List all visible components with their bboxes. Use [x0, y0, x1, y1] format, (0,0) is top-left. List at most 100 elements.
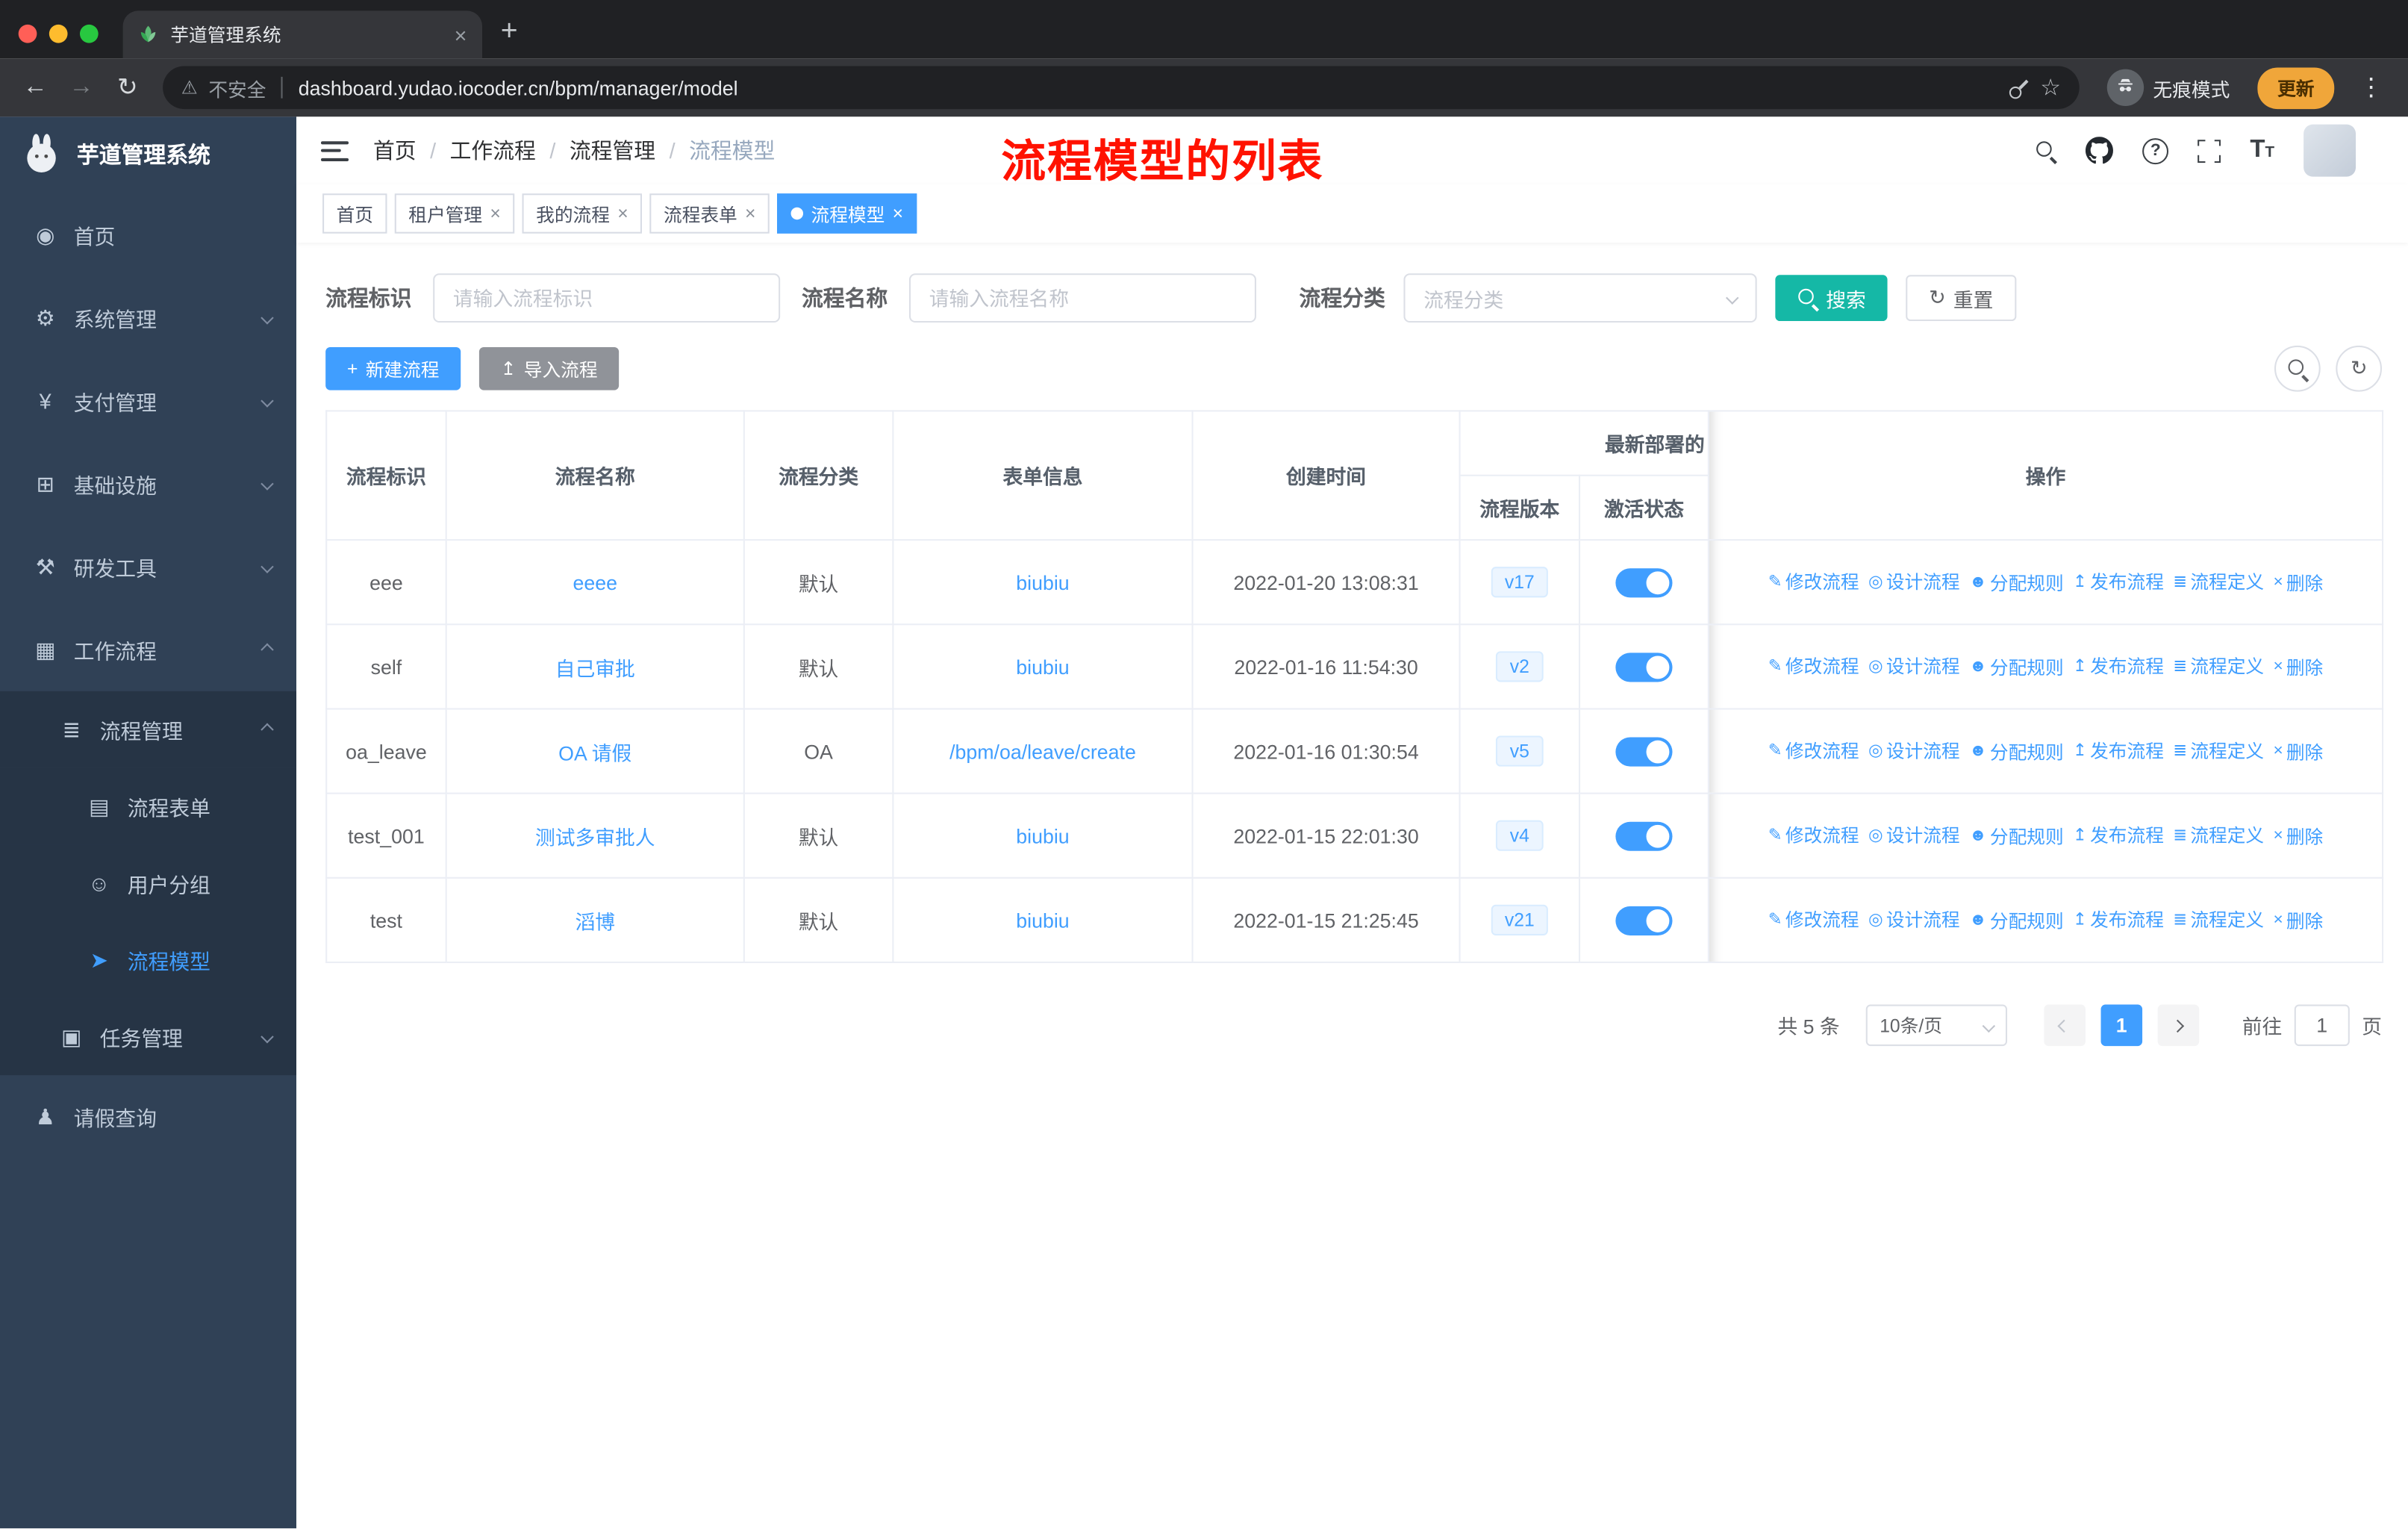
- header-search-icon[interactable]: [2035, 140, 2056, 161]
- search-button[interactable]: 搜索: [1775, 275, 1888, 321]
- tag-my-process[interactable]: 我的流程 ×: [522, 193, 643, 234]
- breadcrumb-item[interactable]: 工作流程: [450, 135, 536, 166]
- sidebar-item-infrastructure[interactable]: ⊞ 基础设施: [0, 443, 296, 526]
- publish-process-link[interactable]: ↥ 发布流程: [2073, 906, 2164, 932]
- modify-process-link[interactable]: ✎ 修改流程: [1768, 569, 1859, 595]
- url-text[interactable]: dashboard.yudao.iocoder.cn/bpm/manager/m…: [299, 76, 1996, 99]
- font-size-icon[interactable]: TT: [2250, 137, 2274, 164]
- refresh-table-button[interactable]: ↻: [2336, 345, 2383, 392]
- process-name-link[interactable]: OA 请假: [558, 741, 631, 764]
- active-toggle[interactable]: [1615, 820, 1673, 850]
- active-toggle[interactable]: [1615, 567, 1673, 597]
- publish-process-link[interactable]: ↥ 发布流程: [2073, 822, 2164, 848]
- assign-rule-link[interactable]: ☻ 分配规则: [1969, 907, 2064, 933]
- tag-process-form[interactable]: 流程表单 ×: [649, 193, 770, 234]
- sidebar-item-process-model[interactable]: ➤ 流程模型: [0, 921, 297, 999]
- sidebar-item-task-management[interactable]: ▣ 任务管理: [0, 998, 297, 1076]
- process-definition-link[interactable]: ≣ 流程定义: [2173, 738, 2264, 764]
- form-info-link[interactable]: biubiu: [1016, 570, 1069, 594]
- tag-process-model[interactable]: 流程模型 ×: [777, 193, 917, 234]
- form-info-link[interactable]: biubiu: [1016, 824, 1069, 847]
- sidebar-item-system-management[interactable]: ⚙ 系统管理: [0, 276, 296, 359]
- reset-button[interactable]: ↻ 重置: [1906, 275, 2017, 321]
- sidebar-item-payment-management[interactable]: ¥ 支付管理: [0, 359, 296, 442]
- incognito-chip[interactable]: 无痕模式: [2106, 69, 2230, 106]
- bookmark-star-icon[interactable]: ☆: [2040, 74, 2061, 102]
- modify-process-link[interactable]: ✎ 修改流程: [1768, 822, 1859, 848]
- process-definition-link[interactable]: ≣ 流程定义: [2173, 822, 2264, 848]
- sidebar-item-home[interactable]: ◉ 首页: [0, 193, 296, 276]
- assign-rule-link[interactable]: ☻ 分配规则: [1969, 570, 2064, 596]
- sidebar-item-process-form[interactable]: ▤ 流程表单: [0, 767, 297, 845]
- forward-button[interactable]: →: [61, 74, 101, 102]
- modify-process-link[interactable]: ✎ 修改流程: [1768, 653, 1859, 679]
- tag-close-icon[interactable]: ×: [893, 203, 903, 225]
- tag-close-icon[interactable]: ×: [745, 203, 755, 225]
- design-process-link[interactable]: ◎ 设计流程: [1868, 906, 1960, 932]
- active-toggle[interactable]: [1615, 652, 1673, 682]
- browser-tab[interactable]: 芋道管理系统 ×: [122, 10, 483, 59]
- zoom-window-button[interactable]: [79, 24, 99, 43]
- publish-process-link[interactable]: ↥ 发布流程: [2073, 653, 2164, 679]
- update-button[interactable]: 更新: [2257, 66, 2335, 109]
- user-avatar[interactable]: [2303, 124, 2356, 177]
- help-icon[interactable]: ?: [2142, 137, 2169, 164]
- delete-link[interactable]: × 删除: [2273, 654, 2323, 680]
- back-button[interactable]: ←: [16, 74, 55, 102]
- key-icon[interactable]: [2002, 71, 2035, 104]
- fullscreen-icon[interactable]: [2195, 136, 2224, 166]
- process-name-link[interactable]: 测试多审批人: [535, 826, 655, 849]
- publish-process-link[interactable]: ↥ 发布流程: [2073, 569, 2164, 595]
- page-1-button[interactable]: 1: [2100, 1004, 2143, 1047]
- design-process-link[interactable]: ◎ 设计流程: [1868, 738, 1960, 764]
- page-size-select[interactable]: 10条/页: [1865, 1004, 2007, 1047]
- delete-link[interactable]: × 删除: [2273, 907, 2323, 933]
- tag-tenant-management[interactable]: 租户管理 ×: [394, 193, 515, 234]
- active-toggle[interactable]: [1615, 905, 1673, 935]
- tag-close-icon[interactable]: ×: [617, 203, 628, 225]
- modify-process-link[interactable]: ✎ 修改流程: [1768, 738, 1859, 764]
- process-name-input[interactable]: [908, 273, 1256, 323]
- prev-page-button[interactable]: [2044, 1004, 2086, 1047]
- close-window-button[interactable]: [18, 24, 37, 43]
- browser-menu-icon[interactable]: ⋮: [2350, 72, 2393, 103]
- new-tab-button[interactable]: +: [482, 16, 536, 59]
- breadcrumb-item[interactable]: 首页: [373, 135, 417, 166]
- process-category-select[interactable]: 流程分类: [1403, 273, 1757, 323]
- tab-close-icon[interactable]: ×: [455, 22, 467, 47]
- process-definition-link[interactable]: ≣ 流程定义: [2173, 653, 2264, 679]
- process-name-link[interactable]: 自己审批: [555, 657, 635, 680]
- form-info-link[interactable]: biubiu: [1016, 909, 1069, 932]
- publish-process-link[interactable]: ↥ 发布流程: [2073, 738, 2164, 764]
- sidebar-item-workflow[interactable]: ▦ 工作流程: [0, 608, 296, 691]
- delete-link[interactable]: × 删除: [2273, 738, 2323, 764]
- assign-rule-link[interactable]: ☻ 分配规则: [1969, 823, 2064, 849]
- form-info-link[interactable]: /bpm/oa/leave/create: [949, 740, 1136, 763]
- goto-page-input[interactable]: [2294, 1004, 2350, 1047]
- minimize-window-button[interactable]: [49, 24, 68, 43]
- sidebar-item-leave-query[interactable]: ♟ 请假查询: [0, 1075, 296, 1158]
- delete-link[interactable]: × 删除: [2273, 823, 2323, 849]
- design-process-link[interactable]: ◎ 设计流程: [1868, 569, 1960, 595]
- github-icon[interactable]: [2086, 137, 2114, 164]
- design-process-link[interactable]: ◎ 设计流程: [1868, 822, 1960, 848]
- collapse-sidebar-icon[interactable]: [320, 140, 349, 161]
- show-search-button[interactable]: [2274, 345, 2321, 392]
- import-process-button[interactable]: ↥ 导入流程: [478, 346, 620, 390]
- breadcrumb-item[interactable]: 流程管理: [570, 135, 655, 166]
- form-info-link[interactable]: biubiu: [1016, 655, 1069, 678]
- sidebar-item-process-management[interactable]: ≣ 流程管理: [0, 691, 297, 768]
- modify-process-link[interactable]: ✎ 修改流程: [1768, 906, 1859, 932]
- create-process-button[interactable]: + 新建流程: [325, 346, 461, 390]
- assign-rule-link[interactable]: ☻ 分配规则: [1969, 654, 2064, 680]
- next-page-button[interactable]: [2157, 1004, 2200, 1047]
- sidebar-item-user-group[interactable]: ☺ 用户分组: [0, 844, 297, 922]
- process-id-input[interactable]: [433, 273, 781, 323]
- delete-link[interactable]: × 删除: [2273, 570, 2323, 596]
- process-definition-link[interactable]: ≣ 流程定义: [2173, 906, 2264, 932]
- process-definition-link[interactable]: ≣ 流程定义: [2173, 569, 2264, 595]
- tag-close-icon[interactable]: ×: [490, 203, 500, 225]
- sidebar-item-dev-tools[interactable]: ⚒ 研发工具: [0, 526, 296, 608]
- tag-home[interactable]: 首页: [322, 193, 387, 234]
- design-process-link[interactable]: ◎ 设计流程: [1868, 653, 1960, 679]
